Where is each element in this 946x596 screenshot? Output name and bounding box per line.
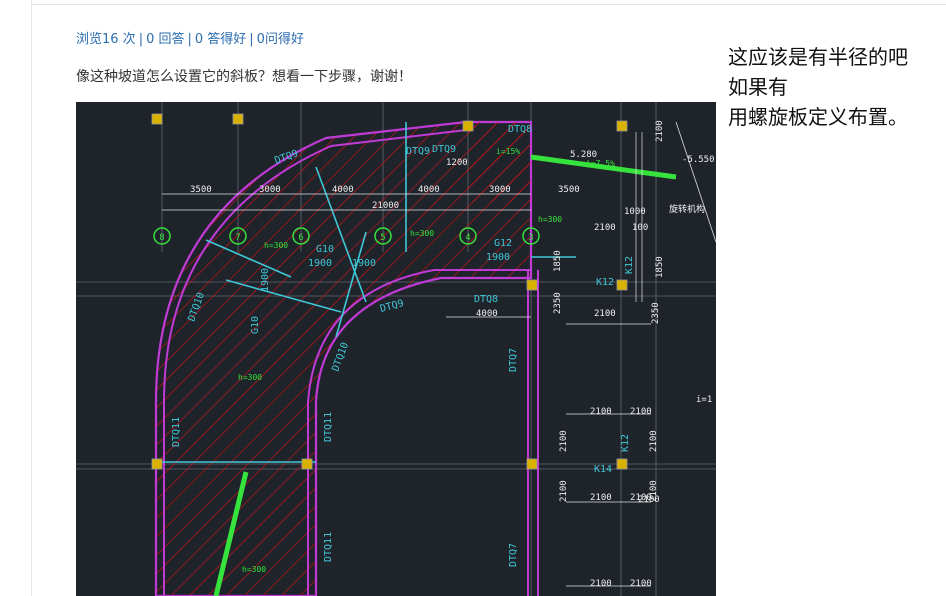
member-label: DTQ7 (508, 348, 519, 372)
member-label: DTQ9 (406, 146, 430, 157)
dimension-text: 3000 (489, 185, 511, 195)
dimension-text: 1000 (624, 207, 646, 217)
cad-drawing-image[interactable]: 8 7 6 5 4 3 3500 3000 4000 4000 3000 350… (76, 102, 716, 596)
dimension-text: 2350 (651, 302, 661, 324)
cad-drawing-canvas: 8 7 6 5 4 3 3500 3000 4000 4000 3000 350… (76, 102, 716, 596)
good-questions-count-link[interactable]: 0问得好 (257, 32, 304, 47)
content-top-border (31, 4, 946, 5)
dimension-text: 3500 (190, 185, 212, 195)
question-stats: 浏览16 次 | 0 回答 | 0 答得好 | 0问得好 (76, 28, 304, 47)
member-label: 1900 (308, 258, 332, 269)
dimension-text: 2100 (559, 430, 569, 452)
height-text: h=300 (242, 565, 266, 574)
member-label: K12 (624, 256, 635, 274)
dimension-text: 2100 (630, 579, 652, 589)
member-label: DTQ11 (323, 412, 334, 442)
height-text: h=300 (410, 229, 434, 238)
member-label: 1900 (352, 258, 376, 269)
dimension-text: 1200 (446, 158, 468, 168)
dimension-text: 100 (632, 223, 648, 233)
axis-label: 8 (159, 233, 164, 243)
member-label: DTQ8 (508, 124, 532, 135)
slope-text: i=1 (696, 395, 712, 405)
member-label: DTQ9 (432, 144, 456, 155)
member-label: DTQ7 (508, 543, 519, 567)
dimension-text: 21000 (372, 201, 399, 211)
dimension-text: 2100 (559, 480, 569, 502)
dimension-text: 1850 (655, 256, 665, 278)
dimension-text: 2100 (649, 430, 659, 452)
good-answers-count-link[interactable]: 0 答得好 (195, 32, 246, 47)
side-note-text: 旋转机构 (669, 203, 705, 215)
stats-separator: | (249, 32, 254, 47)
dimension-text: 2100 (590, 579, 612, 589)
answer-line: 如果有 (728, 75, 788, 99)
axis-label: 4 (465, 233, 470, 243)
answer-line: 用螺旋板定义布置。 (728, 105, 908, 129)
dimension-text: 2100 (655, 120, 665, 142)
dimension-text: 2100 (590, 407, 612, 417)
dimension-text: 2100 (594, 223, 616, 233)
stats-separator: | (138, 32, 144, 47)
content-left-border (31, 0, 32, 596)
dimension-text: 1850 (553, 250, 563, 272)
member-label: K12 (620, 434, 631, 452)
dimension-text: -5.550 (682, 155, 715, 165)
axis-label: 3 (528, 233, 533, 243)
member-label: 1900 (486, 252, 510, 263)
dimension-text: 2100 (590, 493, 612, 503)
member-label: DTQ11 (171, 417, 182, 447)
dimension-text: 3000 (259, 185, 281, 195)
stats-separator: | (187, 32, 192, 47)
dimension-text: 2100 (638, 495, 660, 505)
dimension-text: 3500 (558, 185, 580, 195)
answer-line: 这应该是有半径的吧 (728, 45, 908, 69)
answers-count-link[interactable]: 0 回答 (146, 32, 184, 47)
answer-text: 这应该是有半径的吧 如果有 用螺旋板定义布置。 (728, 42, 946, 132)
height-text: h=300 (538, 215, 562, 224)
axis-label: 5 (380, 233, 385, 243)
question-text: 像这种坡道怎么设置它的斜板？想看一下步骤，谢谢！ (76, 69, 412, 85)
slope-text: i=15% (496, 147, 520, 156)
dimension-text: 4000 (418, 185, 440, 195)
dimension-text: 4000 (476, 309, 498, 319)
slope-text: i=7.5% (586, 159, 615, 168)
height-text: h=300 (264, 241, 288, 250)
dimension-text: 4000 (332, 185, 354, 195)
dimension-text: 2100 (630, 407, 652, 417)
dimension-text: 2350 (553, 292, 563, 314)
dimension-text: 2100 (594, 309, 616, 319)
axis-label: 6 (298, 233, 303, 243)
views-count-link[interactable]: 浏览16 次 (76, 32, 136, 47)
height-text: h=300 (238, 373, 262, 382)
member-label: G10 (250, 316, 261, 334)
member-label: DTQ11 (323, 532, 334, 562)
member-label: 1900 (260, 268, 271, 292)
member-label: G12 (494, 238, 512, 249)
member-label: K14 (594, 464, 612, 475)
member-label: DTQ8 (474, 294, 498, 305)
page: 浏览16 次 | 0 回答 | 0 答得好 | 0问得好 像这种坡道怎么设置它的斜板？想看一… (0, 0, 946, 596)
axis-label: 7 (235, 233, 240, 243)
member-label: K12 (596, 277, 614, 288)
member-label: G10 (316, 244, 334, 255)
